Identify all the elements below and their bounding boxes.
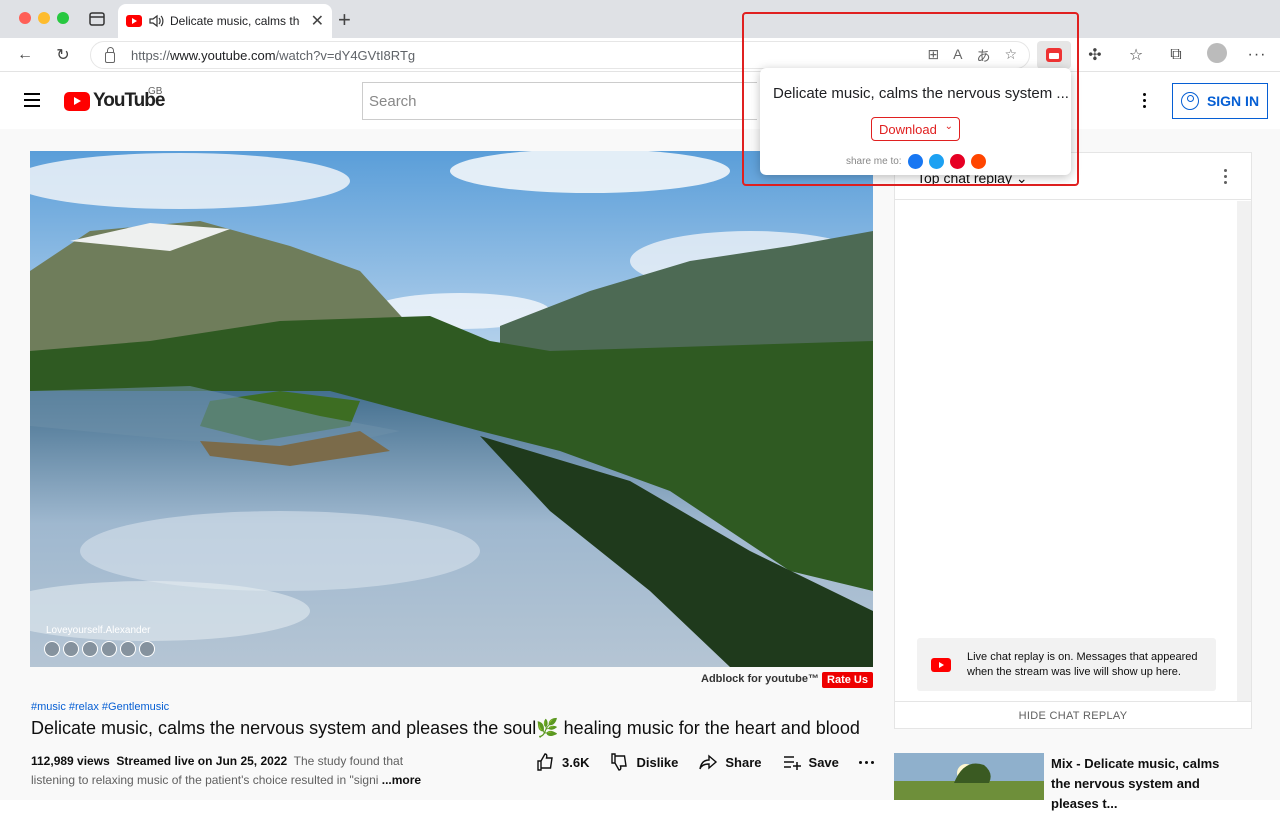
- popup-video-title: Delicate music, calms the nervous system…: [773, 85, 1069, 102]
- tab-title: Delicate music, calms the: [170, 14, 300, 28]
- facebook-icon: [63, 641, 79, 657]
- share-label: Share: [725, 754, 762, 770]
- dislike-label: Dislike: [636, 754, 679, 770]
- video-description[interactable]: 112,989 views Streamed live on Jun 25, 2…: [31, 752, 441, 790]
- downloader-popup: Delicate music, calms the nervous system…: [760, 68, 1071, 175]
- chat-replay-notice: Live chat replay is on. Messages that ap…: [917, 638, 1216, 691]
- like-button[interactable]: 3.6K: [535, 752, 589, 772]
- hide-chat-replay-button[interactable]: HIDE CHAT REPLAY: [895, 701, 1251, 729]
- youtube-play-icon: [64, 91, 90, 111]
- thumbs-down-icon: [611, 753, 628, 771]
- url-text[interactable]: https://www.youtube.com/watch?v=dY4GVtI8…: [131, 48, 415, 63]
- video-player[interactable]: Loveyourself.Alexander: [30, 151, 873, 667]
- chevron-down-icon: ⌄: [944, 121, 953, 132]
- back-arrow-icon[interactable]: ←: [14, 44, 36, 66]
- browser-toolbar: ← ↻ https://www.youtube.com/watch?v=dY4G…: [0, 38, 1280, 72]
- like-count: 3.6K: [562, 754, 590, 770]
- close-window-button[interactable]: [19, 12, 31, 24]
- save-label: Save: [808, 754, 839, 770]
- search-input[interactable]: Search: [362, 82, 757, 120]
- collections-icon[interactable]: ⧉: [1165, 44, 1187, 66]
- video-actions: 3.6K Dislike Share Save: [535, 752, 874, 772]
- youtube-icon: [931, 657, 951, 672]
- more-actions-icon[interactable]: [858, 760, 874, 764]
- watermark-social-icons: [44, 641, 155, 657]
- reddit-share-icon[interactable]: [970, 154, 986, 169]
- stream-date: Streamed live on Jun 25, 2022: [116, 754, 288, 768]
- more-link[interactable]: ...more: [382, 773, 421, 787]
- tab-actions-icon[interactable]: [88, 10, 106, 28]
- speaker-icon[interactable]: [148, 14, 164, 28]
- reload-icon[interactable]: ↻: [52, 44, 74, 66]
- video-hashtags[interactable]: #music #relax #Gentlemusic: [31, 701, 169, 713]
- popup-share-row: share me to:: [846, 154, 986, 169]
- rate-us-button[interactable]: Rate Us: [822, 672, 873, 688]
- new-tab-button[interactable]: +: [338, 7, 351, 33]
- minimize-window-button[interactable]: [38, 12, 50, 24]
- playlist-add-icon: [783, 756, 801, 770]
- download-dropdown[interactable]: Download ⌄: [871, 117, 960, 141]
- download-label: Download: [879, 121, 937, 137]
- recommendation-title[interactable]: Mix - Delicate music, calms the nervous …: [1051, 754, 1231, 814]
- save-button[interactable]: Save: [782, 752, 839, 772]
- chat-notice-text: Live chat replay is on. Messages that ap…: [967, 650, 1198, 678]
- account-icon: [1180, 92, 1199, 110]
- hamburger-menu-icon[interactable]: [24, 93, 40, 111]
- tiktok-icon: [139, 641, 155, 657]
- extensions-puzzle-icon[interactable]: ✣: [1084, 44, 1106, 66]
- maximize-window-button[interactable]: [57, 12, 69, 24]
- favorites-icon[interactable]: ☆: [1125, 44, 1147, 66]
- video-title: Delicate music, calms the nervous system…: [31, 718, 860, 738]
- share-arrow-icon: [699, 754, 718, 770]
- thumbs-up-icon: [537, 753, 553, 771]
- youtube-favicon-icon: [126, 15, 142, 27]
- sign-in-button[interactable]: SIGN IN: [1172, 83, 1268, 119]
- share-me-label: share me to:: [846, 156, 902, 167]
- pinterest-share-icon[interactable]: [949, 154, 965, 169]
- settings-menu-icon[interactable]: [1143, 93, 1147, 111]
- recommendation-thumbnail[interactable]: [894, 753, 1044, 800]
- share-button[interactable]: Share: [698, 752, 762, 772]
- video-frame: [30, 151, 873, 667]
- channel-watermark: Loveyourself.Alexander: [46, 625, 151, 636]
- lock-icon: [105, 46, 115, 63]
- chat-scrollbar[interactable]: [1237, 201, 1251, 701]
- youtube-icon: [44, 641, 60, 657]
- browser-menu-icon[interactable]: ···: [1246, 44, 1268, 66]
- profile-avatar[interactable]: [1207, 43, 1227, 63]
- sign-in-label: SIGN IN: [1206, 93, 1260, 109]
- youtube-logo[interactable]: YouTube GB: [64, 86, 165, 112]
- region-code: GB: [148, 86, 163, 97]
- browser-tab[interactable]: Delicate music, calms the ✕: [118, 4, 332, 38]
- view-count: 112,989 views: [31, 754, 110, 768]
- facebook-share-icon[interactable]: [907, 154, 923, 169]
- instagram-icon: [82, 641, 98, 657]
- adblock-text: Adblock for youtube™: [701, 673, 819, 685]
- adblock-label: Adblock for youtube™: [701, 673, 833, 685]
- soundcloud-icon: [101, 641, 117, 657]
- browser-tab-bar: Delicate music, calms the ✕ +: [0, 0, 1280, 38]
- youtube-header: YouTube GB Search SIGN IN: [0, 73, 1280, 129]
- twitter-share-icon[interactable]: [928, 154, 944, 169]
- dislike-button[interactable]: Dislike: [609, 752, 678, 772]
- live-chat-panel: Top chat replay ⌄ Live chat replay is on…: [894, 152, 1252, 729]
- close-tab-icon[interactable]: ✕: [311, 11, 324, 31]
- chat-menu-icon[interactable]: [1224, 169, 1227, 187]
- thumbnail-image: [894, 753, 1044, 800]
- twitter-icon: [120, 641, 136, 657]
